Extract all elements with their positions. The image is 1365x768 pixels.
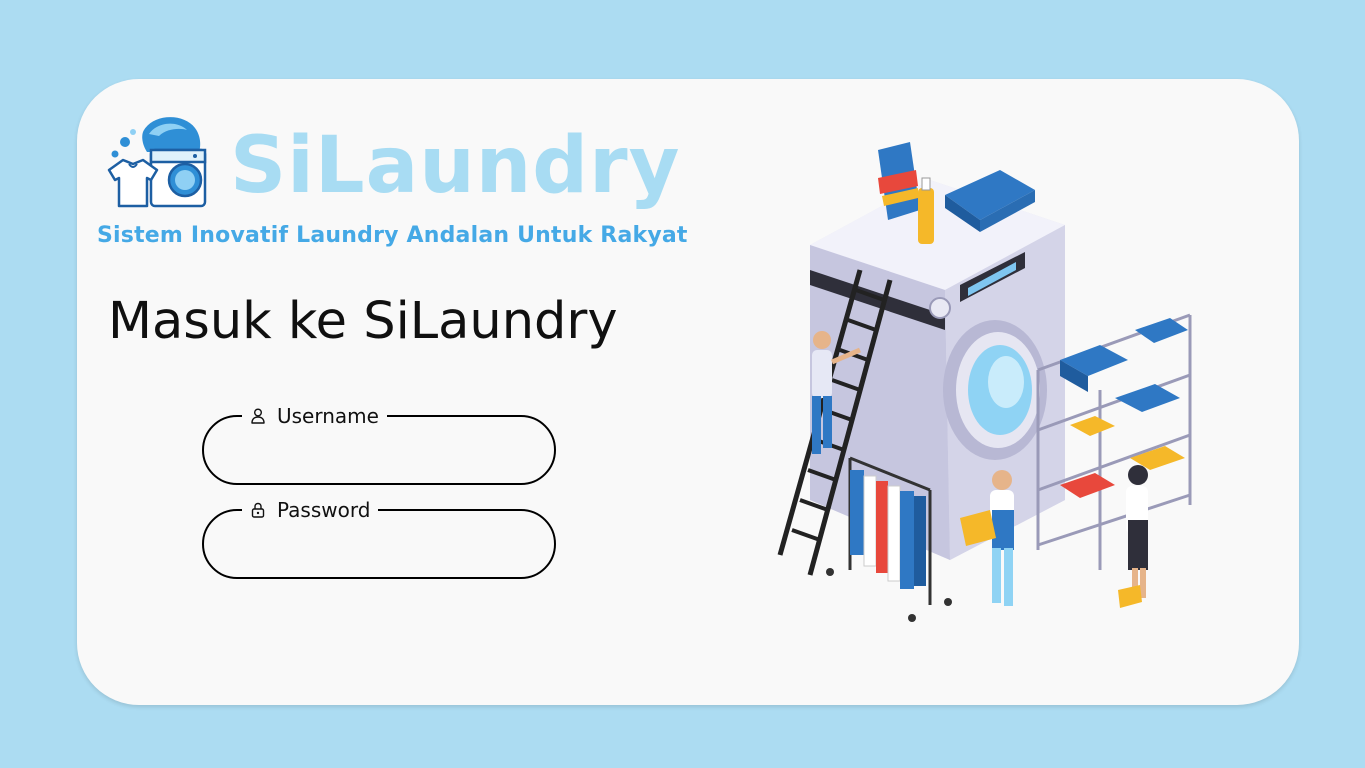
username-legend: Username [242,403,387,429]
brand-name: SiLaundry [230,121,681,211]
password-label: Password [277,498,371,522]
laundry-logo-icon [107,117,207,208]
page-title: Masuk ke SiLaundry [108,292,618,351]
password-legend: Password [242,497,379,523]
brand-tagline: Sistem Inovatif Laundry Andalan Untuk Ra… [97,223,688,248]
username-input[interactable] [228,431,532,471]
username-label: Username [277,404,379,428]
laundry-scene-illustration [777,142,1192,622]
user-icon [250,407,266,425]
password-input[interactable] [228,525,532,565]
lock-icon [250,501,266,519]
username-field[interactable]: Username [202,403,556,485]
password-field[interactable]: Password [202,497,556,579]
